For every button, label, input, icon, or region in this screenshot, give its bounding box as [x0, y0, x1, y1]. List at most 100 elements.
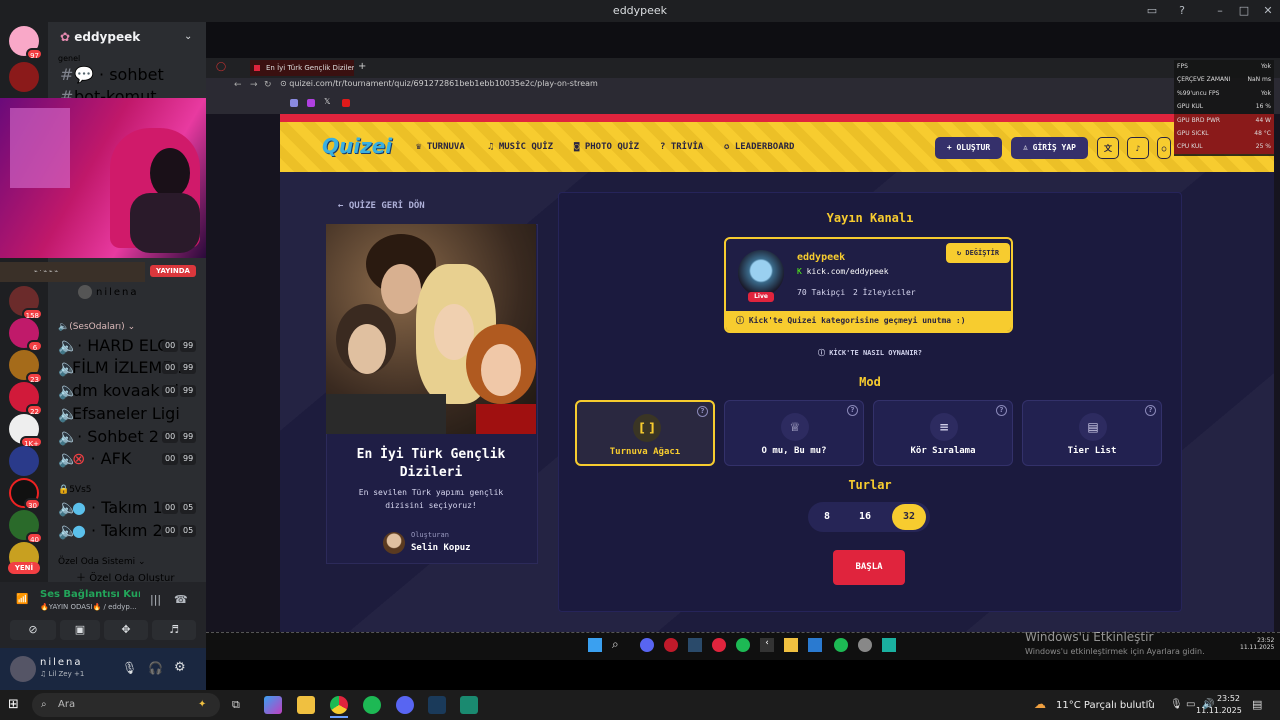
- server-icon[interactable]: 22: [9, 382, 43, 416]
- app-icon[interactable]: [460, 696, 478, 714]
- voice-channel[interactable]: 🔈 · HARD ELO 00 99: [58, 337, 198, 355]
- search-box[interactable]: ⌕ Ara ✦: [32, 693, 220, 717]
- help-icon[interactable]: ?: [1174, 3, 1190, 19]
- live-user[interactable]: nilena: [78, 284, 139, 302]
- help-icon[interactable]: ?: [847, 405, 858, 416]
- voice-channel[interactable]: 🔈Efsaneler Ligi: [58, 405, 198, 423]
- mode-o-mu-bu-mu[interactable]: ♕ O mu, Bu mu? ?: [724, 400, 864, 466]
- server-icon[interactable]: 30: [9, 478, 41, 510]
- live-stream-preview[interactable]: ⌁ · ⌁ ⌁ ⌁: [0, 262, 145, 282]
- nav-photo-quiz[interactable]: ◙ PHOTO QUİZ: [574, 142, 639, 152]
- windows-start-icon[interactable]: [588, 638, 602, 652]
- spotify-icon[interactable]: [363, 696, 381, 714]
- creator-name[interactable]: Selin Kopuz: [411, 543, 471, 553]
- mode-turnuva-agaci[interactable]: [ ] Turnuva Ağacı ?: [575, 400, 715, 466]
- voice-channel[interactable]: 🔈● · Takım 2 00 05: [58, 522, 198, 540]
- back-icon[interactable]: ←: [234, 80, 242, 90]
- microphone-icon[interactable]: 🎙: [1170, 699, 1183, 710]
- app-icon[interactable]: [882, 638, 896, 652]
- server-icon[interactable]: 23: [9, 350, 43, 384]
- voice-channel[interactable]: 🔈dm kovaak ai... 00 99: [58, 382, 198, 400]
- mode-kor-siralama[interactable]: ≡ Kör Sıralama ?: [873, 400, 1013, 466]
- voice-channel[interactable]: 🔈⊗ · AFK 00 99: [58, 450, 198, 468]
- clock-time[interactable]: 23:52: [1210, 694, 1240, 703]
- creator-avatar[interactable]: [383, 532, 405, 554]
- help-icon[interactable]: ?: [996, 405, 1007, 416]
- tray-chevron-icon[interactable]: ⌃: [1146, 699, 1154, 710]
- round-option-8[interactable]: 8: [810, 504, 844, 530]
- logo[interactable]: Quizei: [322, 134, 392, 158]
- voice-room[interactable]: 🔥YAYIN ODASI🔥 / eddyp...: [40, 603, 140, 611]
- tab-active[interactable]: En İyi Türk Gençlik Dizileri: [250, 60, 354, 76]
- clock-date[interactable]: 11.11.2025: [1196, 706, 1242, 715]
- copilot-icon[interactable]: [264, 696, 282, 714]
- app-icon[interactable]: ‹: [760, 638, 774, 652]
- headphones-icon[interactable]: 🎧: [148, 661, 163, 675]
- back-to-quiz-link[interactable]: ← QUİZE GERİ DÖN: [338, 201, 425, 211]
- close-icon[interactable]: ✕: [1260, 3, 1276, 19]
- login-button[interactable]: ♙ GİRİŞ YAP: [1011, 137, 1088, 159]
- nav-leaderboard[interactable]: ✪ LEADERBOARD: [724, 142, 794, 152]
- server-icon[interactable]: 6: [9, 318, 43, 352]
- server-header[interactable]: ✿ eddypeek: [60, 30, 140, 44]
- youtube-icon[interactable]: [342, 99, 350, 107]
- network-icon[interactable]: ▭: [1186, 699, 1195, 710]
- url-input[interactable]: ⊙ quizei.com/tr/tournament/quiz/69127286…: [280, 79, 598, 88]
- forward-icon[interactable]: →: [250, 80, 258, 90]
- app-icon[interactable]: [858, 638, 872, 652]
- round-option-16[interactable]: 16: [848, 504, 882, 530]
- search-icon[interactable]: ○: [1157, 137, 1171, 159]
- server-icon[interactable]: [9, 446, 39, 476]
- avatar[interactable]: [10, 656, 36, 682]
- noise-suppression-icon[interactable]: |||: [150, 593, 161, 606]
- weather-text[interactable]: 11°C Parçalı bulutlu: [1056, 700, 1155, 711]
- opera-icon[interactable]: [664, 638, 678, 652]
- spotify-icon[interactable]: [736, 638, 750, 652]
- activities-button[interactable]: ✥: [104, 620, 148, 640]
- voice-channel[interactable]: 🔈● · Takım 1 00 05: [58, 499, 198, 517]
- category-sesodalari[interactable]: 🔈(SesOdaları) ⌄: [58, 318, 135, 336]
- server-icon[interactable]: 158: [9, 286, 43, 320]
- nav-turnuva[interactable]: ♛ TURNUVA: [416, 142, 465, 152]
- chrome-icon[interactable]: [330, 696, 348, 714]
- minimize-icon[interactable]: –: [1212, 3, 1228, 19]
- x-twitter-icon[interactable]: 𝕏: [324, 97, 330, 106]
- camera-off-button[interactable]: ⊘: [10, 620, 56, 640]
- app-icon[interactable]: [808, 638, 822, 652]
- discord-icon[interactable]: [640, 638, 654, 652]
- soundboard-button[interactable]: ♬: [152, 620, 196, 640]
- server-icon[interactable]: 40: [9, 510, 43, 544]
- bookmark-icon[interactable]: [290, 99, 298, 107]
- create-room-channel[interactable]: ＋ Özel Oda Oluştur: [76, 570, 175, 582]
- start-button[interactable]: BAŞLA: [833, 550, 905, 585]
- voice-channel[interactable]: 🔈 · Sohbet 2 00 99: [58, 428, 198, 446]
- new-tab-icon[interactable]: +: [358, 61, 366, 72]
- server-icon[interactable]: 1K+: [9, 414, 43, 448]
- spotify-icon[interactable]: [834, 638, 848, 652]
- change-channel-button[interactable]: ↻ DEĞİŞTİR: [946, 243, 1010, 263]
- nav-music-quiz[interactable]: ♫ MUSİC QUİZ: [488, 142, 553, 152]
- howto-link[interactable]: ⓘ KİCK'TE NASIL OYNANIR?: [558, 348, 1182, 358]
- server-icon[interactable]: [9, 62, 39, 92]
- voice-status[interactable]: Ses Bağlantısı Kuruldu: [40, 589, 140, 600]
- folder-icon[interactable]: [297, 696, 315, 714]
- maximize-icon[interactable]: □: [1236, 3, 1252, 19]
- server-icon[interactable]: 97: [9, 26, 43, 60]
- language-icon[interactable]: 文: [1097, 137, 1119, 159]
- steam-icon[interactable]: [688, 638, 702, 652]
- folder-icon[interactable]: [784, 638, 798, 652]
- inbox-icon[interactable]: ▭: [1144, 3, 1160, 19]
- reload-icon[interactable]: ↻: [264, 80, 272, 90]
- app-icon[interactable]: [712, 638, 726, 652]
- category-5v5[interactable]: 🔒5Vs5: [58, 481, 92, 499]
- notification-icon[interactable]: ▤: [1252, 698, 1262, 711]
- settings-gear-icon[interactable]: ⚙: [174, 660, 186, 675]
- help-icon[interactable]: ?: [1145, 405, 1156, 416]
- task-view-icon[interactable]: ⧉: [232, 698, 240, 712]
- bell-icon[interactable]: ♪: [1127, 137, 1149, 159]
- discord-icon[interactable]: [396, 696, 414, 714]
- help-icon[interactable]: ?: [697, 406, 708, 417]
- nav-trivia[interactable]: ? TRİVİA: [660, 142, 703, 152]
- windows-start-icon[interactable]: ⊞: [8, 697, 24, 713]
- search-icon[interactable]: ⌕: [612, 637, 619, 652]
